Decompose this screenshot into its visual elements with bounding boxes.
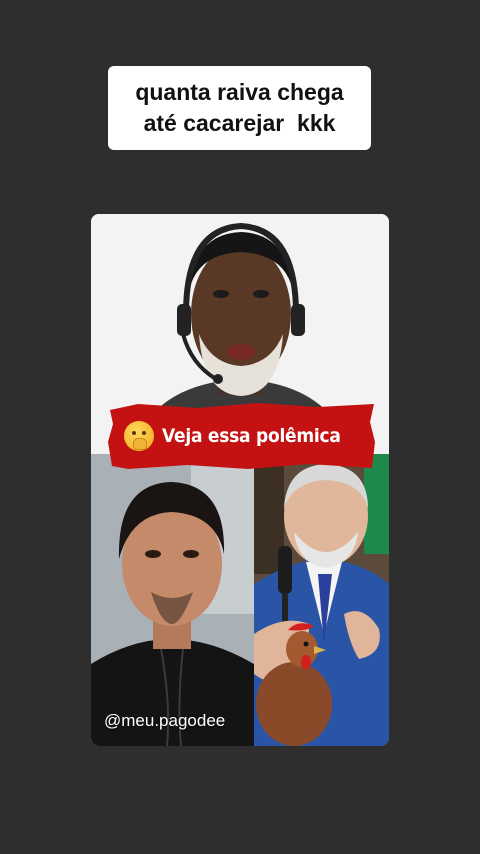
video-frame[interactable] xyxy=(91,214,389,746)
caption-box: quanta raiva chega até cacarejar kkk xyxy=(108,66,371,150)
caption-line-1: quanta raiva chega xyxy=(135,79,344,105)
right-person-image xyxy=(254,454,389,746)
banner-text: Veja essa polêmica xyxy=(161,425,341,447)
watermark-handle: @meu.pagodee xyxy=(104,711,226,730)
left-person-image xyxy=(91,454,254,746)
title-banner: Veja essa polêmica xyxy=(108,402,376,470)
shushing-face-emoji-icon xyxy=(123,421,154,451)
caption-line-2: até cacarejar kkk xyxy=(143,110,336,136)
